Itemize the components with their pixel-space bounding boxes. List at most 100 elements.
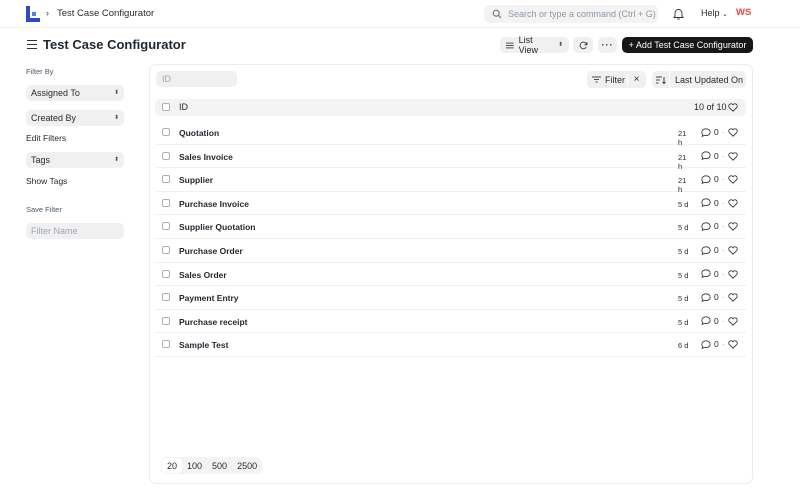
row-checkbox[interactable] (162, 246, 170, 254)
row-comments[interactable]: 0 (701, 151, 719, 161)
created-by-label: Created By (31, 113, 77, 123)
filter-name-input[interactable]: Filter Name (26, 223, 124, 239)
comment-icon (701, 127, 711, 137)
row-checkbox[interactable] (162, 269, 170, 278)
show-tags-link[interactable]: Show Tags (26, 176, 67, 186)
row-comments[interactable]: 0 (701, 198, 719, 208)
list-item[interactable]: Purchase receipt 5 d 0 · (155, 310, 746, 334)
heart-icon[interactable] (728, 199, 738, 208)
row-comment-count: 0 (714, 174, 719, 185)
row-comment-count: 0 (714, 221, 719, 232)
heart-icon[interactable] (728, 293, 738, 303)
row-checkbox[interactable] (162, 316, 170, 325)
row-checkbox[interactable] (162, 293, 170, 302)
list-item[interactable]: Supplier Quotation 5 d 0 · (155, 215, 746, 239)
row-checkbox[interactable] (162, 151, 170, 160)
row-comment-count: 0 (714, 150, 719, 161)
sidebar-toggle-icon[interactable] (27, 40, 37, 49)
row-comment-count: 0 (714, 268, 719, 279)
list-item[interactable]: Sample Test 6 d 0 · (155, 333, 746, 357)
row-comments[interactable]: 0 (701, 292, 719, 302)
list-view-button[interactable]: List View ⬍ (500, 35, 569, 55)
row-comments[interactable]: 0 (701, 339, 719, 349)
sort-by-button[interactable]: Last Updated On (670, 75, 743, 85)
app-logo-icon[interactable] (26, 6, 40, 22)
search-input[interactable]: Search or type a command (Ctrl + G) (484, 5, 658, 23)
page-title: Test Case Configurator (43, 37, 186, 52)
row-checkbox[interactable] (162, 198, 170, 207)
page-size-2500[interactable]: 2500 (232, 461, 262, 471)
edit-filters-link[interactable]: Edit Filters (26, 133, 66, 143)
created-by-select[interactable]: Created By ⬍ (26, 110, 124, 126)
id-filter-input[interactable]: ID (156, 71, 237, 87)
row-comments[interactable]: 0 (701, 127, 719, 137)
row-comment-count: 0 (714, 292, 719, 303)
more-actions-button[interactable]: ··· (598, 37, 617, 53)
page-size-100[interactable]: 100 (182, 461, 207, 471)
row-comments[interactable]: 0 (701, 221, 719, 231)
list-item[interactable]: Payment Entry 5 d 0 · (155, 286, 746, 310)
heart-icon[interactable] (728, 103, 738, 112)
list-item[interactable]: Supplier 21 h 0 · (155, 168, 746, 194)
row-title[interactable]: Purchase receipt (179, 317, 248, 327)
row-title[interactable]: Purchase Invoice (179, 199, 249, 209)
comment-icon (701, 222, 711, 231)
row-title[interactable]: Sample Test (179, 340, 228, 350)
row-comments[interactable]: 0 (701, 174, 719, 184)
heart-icon[interactable] (728, 128, 738, 137)
row-checkbox[interactable] (162, 222, 170, 231)
help-menu[interactable]: Help ⌄ (701, 8, 728, 18)
comment-icon (701, 245, 711, 255)
heart-icon[interactable] (728, 340, 738, 350)
add-test-case-configurator-button[interactable]: + Add Test Case Configurator (622, 37, 753, 53)
chevron-down-icon: ⌄ (722, 11, 728, 18)
row-title[interactable]: Payment Entry (179, 293, 239, 303)
heart-icon[interactable] (728, 246, 738, 255)
page-size-500[interactable]: 500 (207, 461, 232, 471)
breadcrumb[interactable]: Test Case Configurator (57, 8, 154, 19)
clear-filter-button[interactable]: × (627, 74, 645, 85)
heart-icon[interactable] (728, 175, 738, 185)
heart-icon[interactable] (728, 317, 738, 326)
avatar[interactable]: WS (736, 7, 751, 18)
list-item[interactable]: Sales Invoice 21 h 0 · (155, 145, 746, 171)
assigned-to-select[interactable]: Assigned To ⬍ (26, 85, 124, 101)
heart-icon[interactable] (728, 269, 738, 279)
tags-select[interactable]: Tags ⬍ (26, 152, 124, 168)
select-all-checkbox[interactable] (162, 103, 170, 111)
filter-button[interactable]: Filter (587, 75, 627, 85)
row-comments[interactable]: 0 (701, 269, 719, 279)
separator-dot: · (722, 316, 725, 326)
separator-dot: · (722, 222, 725, 232)
sort-order-button[interactable] (652, 71, 670, 88)
row-title[interactable]: Purchase Order (179, 246, 243, 256)
navbar: › Test Case Configurator Search or type … (0, 0, 800, 28)
refresh-icon (579, 41, 587, 49)
row-title[interactable]: Supplier (179, 175, 213, 185)
notification-bell-icon[interactable] (673, 8, 684, 20)
list-item[interactable]: Purchase Order 5 d 0 · (155, 239, 746, 263)
refresh-button[interactable] (573, 37, 593, 53)
row-checkbox[interactable] (162, 175, 170, 184)
filter-group: Filter × (587, 71, 646, 88)
row-title[interactable]: Sales Invoice (179, 152, 233, 162)
filter-label: Filter (605, 74, 625, 85)
heart-icon[interactable] (728, 151, 738, 161)
heart-icon[interactable] (728, 222, 738, 232)
row-title[interactable]: Supplier Quotation (179, 222, 256, 232)
row-comments[interactable]: 0 (701, 245, 719, 255)
list-item[interactable]: Quotation 21 h 0 · (155, 121, 746, 147)
row-checkbox[interactable] (162, 340, 170, 349)
row-modified-time: 5 d (678, 223, 689, 233)
row-checkbox[interactable] (162, 128, 170, 136)
row-title[interactable]: Quotation (179, 128, 219, 138)
separator-dot: · (722, 340, 725, 350)
row-comments[interactable]: 0 (701, 316, 719, 326)
list-item[interactable]: Sales Order 5 d 0 · (155, 263, 746, 287)
page-size-selector: 20 100 500 2500 (161, 457, 263, 474)
page-size-20[interactable]: 20 (162, 458, 183, 473)
comment-icon (701, 293, 711, 302)
list-item[interactable]: Purchase Invoice 5 d 0 · (155, 192, 746, 216)
row-title[interactable]: Sales Order (179, 270, 227, 280)
row-modified-time: 5 d (678, 317, 689, 327)
